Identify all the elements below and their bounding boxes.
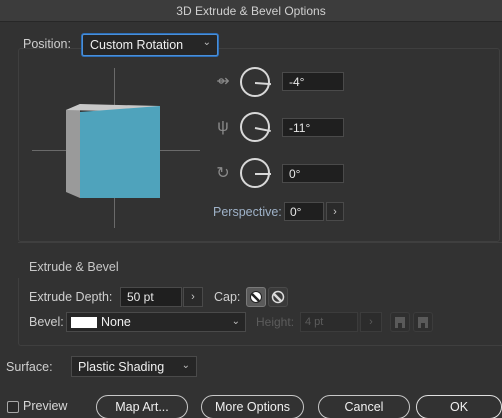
x-rotation-dial[interactable] bbox=[240, 67, 272, 97]
bevel-out-icon bbox=[395, 317, 405, 328]
map-art-label: Map Art... bbox=[115, 400, 169, 414]
perspective-input[interactable]: 0° bbox=[284, 202, 324, 221]
rotate-x-icon: ⇴ bbox=[216, 73, 230, 90]
x-rotation-input[interactable]: -4° bbox=[282, 72, 344, 91]
cancel-label: Cancel bbox=[344, 400, 384, 414]
cap-label: Cap: bbox=[214, 290, 241, 304]
extrude-depth-slider-button[interactable]: › bbox=[183, 287, 203, 307]
position-value: Custom Rotation bbox=[90, 38, 184, 52]
extrude-depth-label: Extrude Depth: bbox=[29, 290, 113, 304]
chevron-right-icon: › bbox=[191, 291, 195, 303]
extrude-depth-input[interactable]: 50 pt bbox=[120, 287, 182, 307]
y-rotation-value: -11° bbox=[289, 120, 311, 135]
x-dial-needle bbox=[254, 82, 272, 86]
chevron-down-icon: ⌄ bbox=[181, 360, 190, 371]
position-label: Position: bbox=[23, 37, 71, 51]
bevel-value: None bbox=[101, 315, 131, 329]
bevel-in-icon bbox=[418, 317, 428, 328]
height-label: Height: bbox=[256, 315, 295, 329]
chevron-down-icon: ⌄ bbox=[231, 316, 240, 327]
perspective-value: 0° bbox=[290, 204, 302, 219]
preview-label[interactable]: Preview bbox=[23, 399, 67, 413]
window-title: 3D Extrude & Bevel Options bbox=[176, 3, 326, 18]
perspective-slider-button[interactable]: › bbox=[326, 202, 344, 221]
extrude-depth-value: 50 pt bbox=[127, 290, 154, 304]
z-rotation-value: 0° bbox=[289, 166, 301, 181]
height-input[interactable]: 4 pt bbox=[300, 312, 358, 332]
y-dial-needle bbox=[254, 127, 271, 133]
ok-label: OK bbox=[449, 400, 469, 414]
bevel-select[interactable]: None ⌄ bbox=[66, 312, 246, 332]
map-art-button[interactable]: Map Art... bbox=[96, 395, 188, 418]
position-select[interactable]: Custom Rotation ⌄ bbox=[82, 34, 218, 56]
surface-select[interactable]: Plastic Shading ⌄ bbox=[71, 356, 197, 377]
more-options-button[interactable]: More Options bbox=[201, 395, 304, 418]
surface-value: Plastic Shading bbox=[78, 359, 165, 374]
z-rotation-input[interactable]: 0° bbox=[282, 164, 344, 183]
ok-button[interactable]: OK bbox=[416, 395, 502, 418]
bevel-shape-swatch bbox=[71, 316, 97, 328]
chevron-right-icon: › bbox=[369, 316, 373, 328]
z-dial-needle bbox=[255, 173, 271, 175]
cap-on-icon bbox=[250, 291, 262, 303]
cube-preview[interactable] bbox=[64, 102, 166, 204]
rotate-z-icon: ↻ bbox=[216, 165, 230, 182]
height-slider-button[interactable]: › bbox=[360, 312, 382, 332]
cap-on-button[interactable] bbox=[246, 287, 266, 307]
bevel-in-button[interactable] bbox=[413, 312, 433, 332]
surface-label: Surface: bbox=[6, 360, 53, 374]
extrude-bevel-title: Extrude & Bevel bbox=[29, 260, 119, 274]
cap-off-button[interactable] bbox=[268, 287, 288, 307]
bevel-out-button[interactable] bbox=[390, 312, 410, 332]
title-bar: 3D Extrude & Bevel Options bbox=[0, 0, 502, 22]
bevel-label: Bevel: bbox=[29, 315, 64, 329]
y-rotation-input[interactable]: -11° bbox=[282, 118, 344, 137]
chevron-down-icon: ⌄ bbox=[202, 37, 211, 48]
x-rotation-value: -4° bbox=[289, 74, 305, 89]
perspective-label: Perspective: bbox=[213, 205, 282, 219]
rotate-y-icon: ψ bbox=[217, 118, 229, 135]
height-value: 4 pt bbox=[305, 316, 324, 328]
rotation-preview[interactable] bbox=[30, 64, 200, 230]
cap-off-icon bbox=[271, 290, 285, 304]
cancel-button[interactable]: Cancel bbox=[318, 395, 410, 418]
chevron-right-icon: › bbox=[333, 205, 337, 218]
y-rotation-dial[interactable] bbox=[240, 112, 271, 142]
preview-checkbox[interactable] bbox=[7, 401, 19, 413]
cube-front-face bbox=[80, 106, 160, 198]
section-divider bbox=[18, 242, 502, 243]
z-rotation-dial[interactable] bbox=[240, 158, 271, 188]
more-options-label: More Options bbox=[214, 400, 291, 414]
